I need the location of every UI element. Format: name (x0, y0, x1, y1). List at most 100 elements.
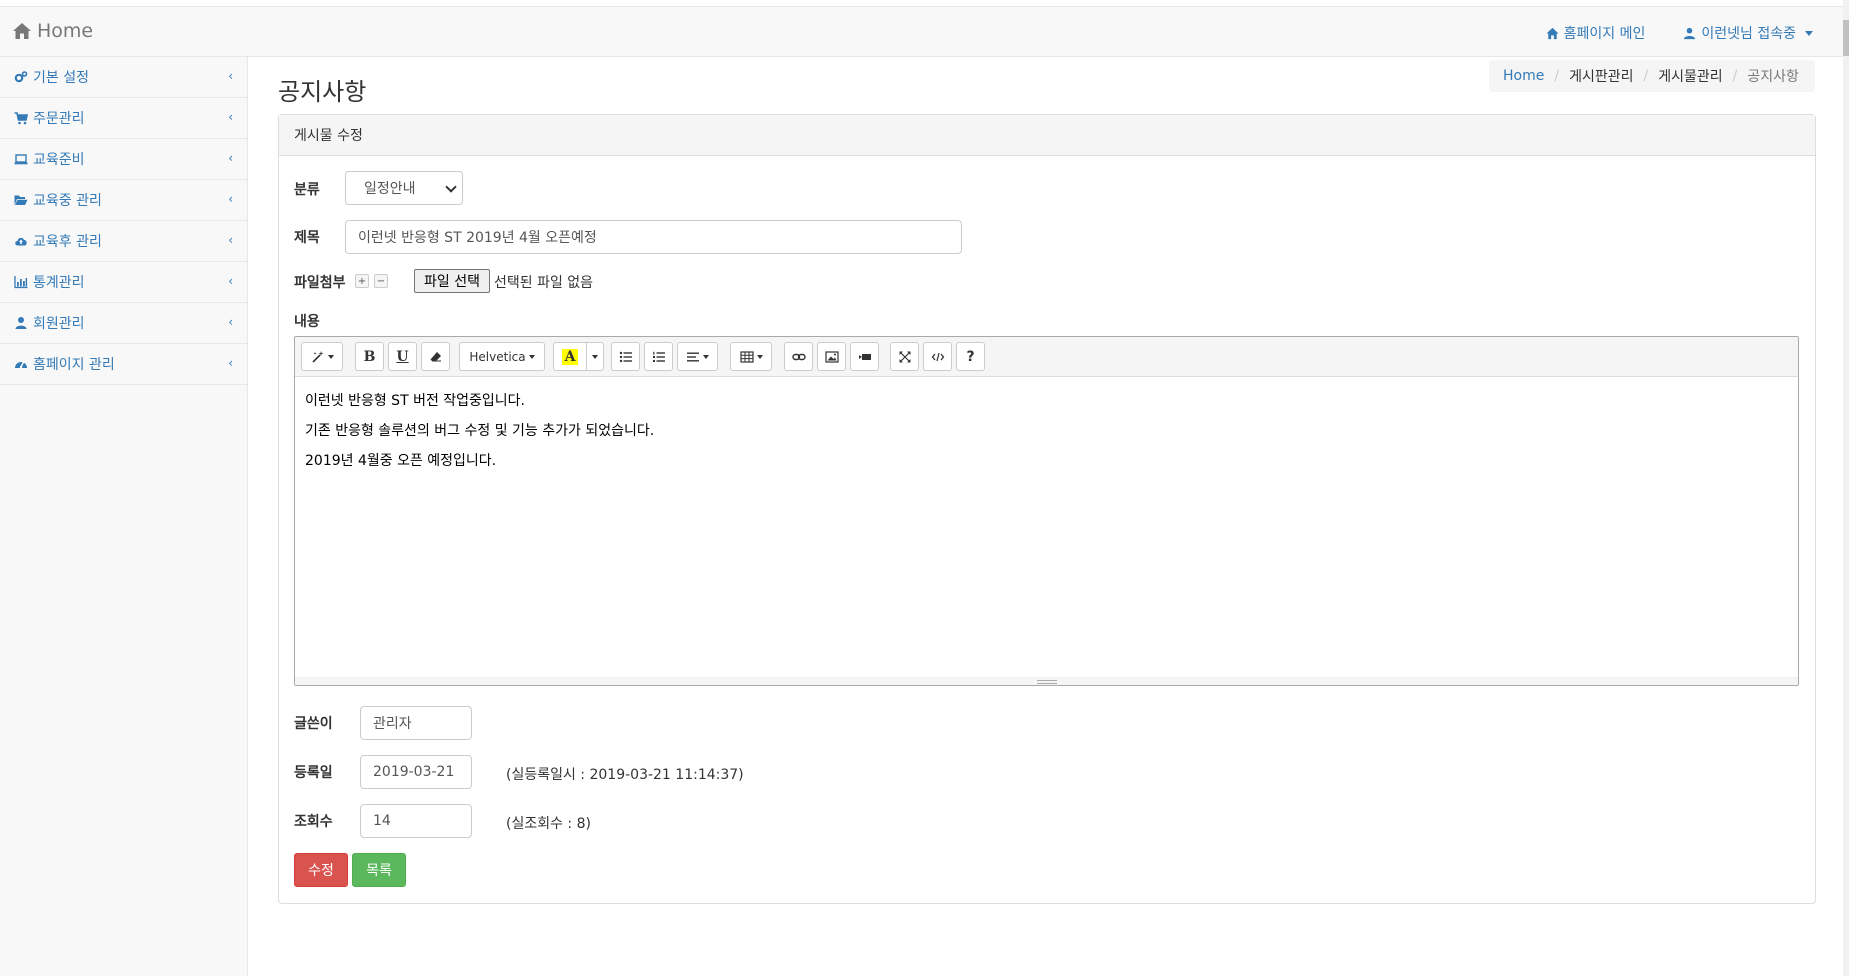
actual-date-note: (실등록일시 : 2019-03-21 11:14:37) (506, 767, 744, 783)
chevron-left-icon: ‹ (228, 110, 233, 124)
top-navbar: Home 홈페이지 메인 이런넷님 접속중 (0, 6, 1843, 57)
brand-link[interactable]: Home (12, 20, 93, 42)
align-left-icon (686, 350, 700, 364)
help-button[interactable]: ? (956, 342, 985, 371)
caret-down-icon (1805, 30, 1813, 36)
chevron-left-icon: ‹ (228, 192, 233, 206)
editor-resize-handle[interactable] (295, 677, 1798, 685)
editor-content-area[interactable]: 이런넷 반응형 ST 버전 작업중입니다. 기존 반응형 솔루션의 버그 수정 … (295, 377, 1798, 485)
user-icon (1683, 27, 1696, 40)
code-view-button[interactable] (923, 342, 952, 371)
file-status-text: 선택된 파일 없음 (494, 275, 594, 291)
sidebar-item-homepage-admin[interactable]: 홈페이지 관리 ‹ (0, 344, 247, 385)
writer-input[interactable] (360, 706, 472, 740)
list-button[interactable]: 목록 (352, 853, 406, 887)
fullscreen-button[interactable] (890, 342, 919, 371)
chevron-left-icon: ‹ (228, 356, 233, 370)
sidebar-item-label: 기본 설정 (33, 70, 89, 86)
paragraph-align-dropdown[interactable] (677, 342, 718, 371)
chevron-left-icon: ‹ (228, 274, 233, 288)
content-line: 2019년 4월중 오픈 예정입니다. (305, 453, 497, 469)
video-icon (858, 350, 872, 364)
underline-button[interactable]: U (388, 342, 417, 371)
submit-edit-button[interactable]: 수정 (294, 853, 348, 887)
insert-link-button[interactable] (784, 342, 813, 371)
remove-file-button[interactable]: − (374, 274, 388, 288)
page-title: 공지사항 (278, 78, 367, 106)
writer-label: 글쓴이 (294, 716, 333, 732)
breadcrumb-separator: / (1554, 68, 1560, 84)
chevron-left-icon: ‹ (228, 151, 233, 165)
breadcrumb-home[interactable]: Home (1503, 68, 1544, 84)
text-color-dropdown-button[interactable] (586, 342, 604, 371)
user-menu-label: 이런넷님 접속중 (1701, 26, 1796, 42)
sidebar: 기본 설정 ‹ 주문관리 ‹ 교육준비 ‹ 교육중 관리 ‹ 교육후 관리 ‹ … (0, 57, 248, 976)
choose-file-button[interactable]: 파일 선택 (414, 269, 490, 293)
table-dropdown-button[interactable] (730, 342, 772, 371)
home-icon (1546, 27, 1559, 40)
eraser-icon (429, 350, 443, 364)
text-color-button[interactable]: A (553, 342, 587, 371)
bold-button[interactable]: B (355, 342, 384, 371)
laptop-icon (14, 152, 28, 166)
chevron-down-icon (445, 181, 457, 193)
font-family-dropdown[interactable]: Helvetica (459, 342, 545, 371)
page-scrollbar[interactable] (1843, 0, 1849, 976)
caret-down-icon (756, 354, 763, 359)
insert-video-button[interactable] (850, 342, 879, 371)
sidebar-item-members[interactable]: 회원관리 ‹ (0, 303, 247, 344)
sidebar-item-label: 주문관리 (33, 111, 85, 127)
font-family-label: Helvetica (469, 349, 526, 364)
homepage-main-link[interactable]: 홈페이지 메인 (1546, 23, 1646, 43)
category-select-value: 일정안내 (364, 181, 416, 197)
cloud-upload-icon (14, 234, 28, 248)
breadcrumb-separator: / (1643, 68, 1649, 84)
homepage-main-label: 홈페이지 메인 (1563, 26, 1646, 42)
eraser-button[interactable] (421, 342, 450, 371)
text-color-icon: A (561, 348, 579, 365)
category-select[interactable]: 일정안내 (345, 171, 463, 205)
list-ol-icon (652, 350, 666, 364)
folder-open-icon (14, 193, 28, 207)
content-line: 기존 반응형 솔루션의 버그 수정 및 기능 추가가 되었습니다. (305, 423, 655, 439)
code-icon (931, 350, 945, 364)
editor-toolbar: B U Helvetica A ? (295, 337, 1798, 377)
insert-image-button[interactable] (817, 342, 846, 371)
user-icon (14, 316, 28, 330)
category-label: 분류 (294, 182, 320, 198)
sidebar-item-education-ongoing[interactable]: 교육중 관리 ‹ (0, 180, 247, 221)
unordered-list-button[interactable] (611, 342, 640, 371)
user-menu-dropdown[interactable]: 이런넷님 접속중 (1683, 23, 1813, 43)
sidebar-item-education-after[interactable]: 교육후 관리 ‹ (0, 221, 247, 262)
add-file-button[interactable]: + (355, 274, 369, 288)
caret-down-icon (528, 354, 535, 359)
sidebar-item-label: 교육중 관리 (33, 193, 102, 209)
dashboard-icon (14, 357, 28, 371)
caret-down-icon (592, 354, 598, 359)
caret-down-icon (327, 354, 334, 359)
sidebar-item-basic-settings[interactable]: 기본 설정 ‹ (0, 57, 247, 98)
style-dropdown-button[interactable] (301, 342, 343, 371)
home-icon (12, 21, 32, 41)
sidebar-item-statistics[interactable]: 통계관리 ‹ (0, 262, 247, 303)
views-label: 조회수 (294, 814, 333, 830)
bar-chart-icon (14, 275, 28, 289)
ordered-list-button[interactable] (644, 342, 673, 371)
rich-text-editor: B U Helvetica A ? 이런넷 반응형 ST 버전 작업중입니다. … (294, 336, 1799, 686)
subject-input[interactable] (345, 220, 962, 254)
chevron-left-icon: ‹ (228, 233, 233, 247)
breadcrumb-board-admin: 게시판관리 (1569, 69, 1634, 85)
date-input[interactable] (360, 755, 472, 789)
sidebar-item-education-prep[interactable]: 교육준비 ‹ (0, 139, 247, 180)
actual-views-note: (실조회수 : 8) (506, 816, 591, 832)
breadcrumb: Home / 게시판관리 / 게시물관리 / 공지사항 (1489, 60, 1815, 92)
views-input[interactable] (360, 804, 472, 838)
subject-label: 제목 (294, 230, 320, 246)
content-label: 내용 (294, 314, 320, 330)
breadcrumb-post-admin: 게시물관리 (1658, 69, 1723, 85)
sidebar-item-orders[interactable]: 주문관리 ‹ (0, 98, 247, 139)
sidebar-item-label: 교육후 관리 (33, 234, 102, 250)
breadcrumb-notice: 공지사항 (1747, 69, 1799, 85)
sidebar-item-label: 홈페이지 관리 (33, 357, 115, 373)
date-label: 등록일 (294, 765, 333, 781)
